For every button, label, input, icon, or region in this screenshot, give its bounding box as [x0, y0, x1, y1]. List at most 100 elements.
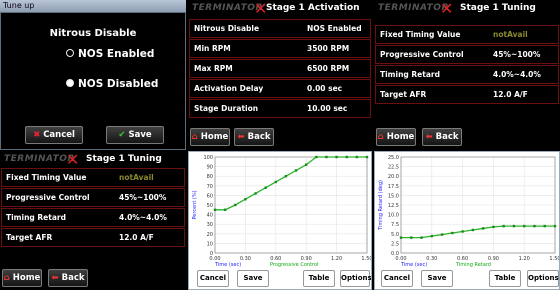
settings-list: Fixed Timing Value notAvail Progressive C…: [375, 25, 559, 105]
cancel-label: Cancel: [43, 130, 75, 140]
chart-plot[interactable]: 0.02.55.07.510.012.515.017.520.022.525.0…: [375, 152, 560, 268]
radio-unselected-icon[interactable]: [66, 49, 74, 57]
x-axis-label: Time (sec): [400, 262, 427, 268]
stage-activation-panel: TERMINATOR ✕ Stage 1 Activation Nitrous …: [188, 0, 372, 150]
back-button[interactable]: ⬅ Back: [422, 128, 462, 146]
data-point: [345, 155, 348, 159]
option-label: NOS Disabled: [78, 78, 159, 90]
list-item[interactable]: Target AFR 12.0 A/F: [375, 85, 559, 104]
cancel-button[interactable]: ✖ Cancel: [25, 126, 83, 144]
list-item[interactable]: Activation Delay 0.00 sec: [189, 79, 371, 98]
row-value: 4.0%~4.0%: [119, 213, 167, 222]
home-button[interactable]: ⌂ Home: [190, 128, 230, 146]
row-label: Fixed Timing Value: [6, 173, 87, 182]
row-label: Nitrous Disable: [194, 24, 260, 33]
save-button[interactable]: Save: [421, 270, 453, 287]
settings-list: Fixed Timing Value notAvail Progressive C…: [1, 168, 185, 248]
data-point: [213, 208, 217, 211]
data-point: [234, 203, 237, 207]
y-tick-label: 30: [207, 222, 213, 228]
cancel-button[interactable]: Cancel: [381, 270, 413, 287]
page-title: Stage 1 Activation: [266, 3, 360, 13]
y-tick-label: 5.0: [391, 232, 399, 238]
tune-up-dialog: Tune up Nitrous Disable NOS Enabled NOS …: [0, 0, 186, 150]
series-line: [401, 225, 555, 239]
list-item[interactable]: Progressive Control 45%~100%: [1, 188, 185, 207]
data-point: [440, 233, 444, 236]
data-point: [274, 180, 277, 184]
list-item[interactable]: Max RPM 6500 RPM: [189, 59, 371, 78]
back-arrow-icon: ⬅: [51, 273, 59, 283]
back-button[interactable]: ⬅ Back: [48, 269, 88, 287]
save-label: Save: [128, 130, 152, 140]
list-item[interactable]: Fixed Timing Value notAvail: [375, 25, 559, 44]
save-button[interactable]: Save: [237, 270, 269, 287]
y-axis-label: Timing Retard (deg): [378, 180, 384, 231]
list-item[interactable]: Min RPM 3500 RPM: [189, 39, 371, 58]
x-axis-label: Time (sec): [214, 262, 241, 268]
data-point: [481, 227, 485, 230]
table-button[interactable]: Table: [489, 270, 521, 287]
stage-tuning-panel-bottom: TERMINATOR ✕ Stage 1 Tuning Fixed Timing…: [0, 151, 186, 290]
nos-disabled-option[interactable]: NOS Disabled: [66, 77, 158, 91]
data-point: [305, 163, 308, 166]
save-button[interactable]: ✔ Save: [106, 126, 164, 144]
table-button[interactable]: Table: [303, 270, 335, 287]
row-value: 3500 RPM: [307, 44, 350, 53]
list-item[interactable]: Target AFR 12.0 A/F: [1, 228, 185, 247]
y-tick-label: 40: [207, 213, 213, 219]
x-tick-label: 1.20: [331, 256, 342, 262]
list-item[interactable]: Nitrous Disable NOS Enabled: [189, 19, 371, 38]
data-point: [399, 236, 403, 239]
row-value: 0.00 sec: [307, 84, 343, 93]
options-button[interactable]: Options: [527, 270, 559, 287]
series-line: [215, 156, 367, 211]
list-item[interactable]: Fixed Timing Value notAvail: [1, 168, 185, 187]
radio-selected-icon[interactable]: [66, 79, 74, 87]
chart-plot[interactable]: 01020304050607080901000.00 0.30 0.60 0.90 1.…: [189, 152, 372, 268]
data-point: [451, 231, 454, 235]
list-item[interactable]: Progressive Control 45%~100%: [375, 45, 559, 64]
list-item[interactable]: Timing Retard 4.0%~4.0%: [1, 208, 185, 227]
list-item[interactable]: Stage Duration 10.00 sec: [189, 99, 371, 118]
legend-label: Timing Retard: [455, 262, 491, 268]
data-point: [492, 225, 495, 229]
data-point: [471, 228, 475, 232]
row-label: Target AFR: [380, 90, 427, 99]
row-label: Min RPM: [194, 44, 231, 53]
options-button[interactable]: Options: [340, 270, 371, 287]
x-tick-label: 0.30: [426, 256, 437, 262]
row-value: 12.0 A/F: [493, 90, 528, 99]
y-tick-label: 20: [207, 232, 213, 238]
row-value: 12.0 A/F: [119, 233, 154, 242]
home-button[interactable]: ⌂ Home: [2, 269, 42, 287]
x-logo-icon: ✕: [66, 151, 80, 169]
data-point: [553, 224, 557, 228]
row-value: 10.00 sec: [307, 104, 348, 113]
cancel-button[interactable]: Cancel: [197, 270, 229, 287]
x-tick-label: 0.30: [240, 256, 251, 262]
legend-label: Progressive Control: [270, 262, 318, 268]
row-value: notAvail: [119, 173, 154, 182]
list-item[interactable]: Timing Retard 4.0%~4.0%: [375, 65, 559, 84]
back-button[interactable]: ⬅ Back: [234, 128, 274, 146]
row-value: 45%~100%: [119, 193, 167, 202]
data-point: [264, 186, 267, 189]
row-label: Progressive Control: [380, 50, 464, 59]
header: TERMINATOR ✕ Stage 1 Tuning: [0, 151, 186, 169]
y-tick-label: 7.5: [391, 222, 399, 228]
data-point: [461, 230, 464, 233]
row-label: Activation Delay: [194, 84, 264, 93]
row-value: NOS Enabled: [307, 24, 362, 33]
data-point: [523, 224, 526, 228]
home-button[interactable]: ⌂ Home: [376, 128, 416, 146]
y-tick-label: 100: [203, 155, 213, 161]
y-tick-label: 25.0: [388, 155, 399, 161]
y-tick-label: 10: [207, 241, 213, 247]
home-label: Home: [386, 132, 415, 142]
row-label: Fixed Timing Value: [380, 30, 461, 39]
row-label: Target AFR: [6, 233, 53, 242]
stage-tuning-panel-top: TERMINATOR ✕ Stage 1 Tuning Fixed Timing…: [374, 0, 560, 150]
y-tick-label: 10.0: [388, 213, 399, 219]
nos-enabled-option[interactable]: NOS Enabled: [66, 47, 154, 61]
